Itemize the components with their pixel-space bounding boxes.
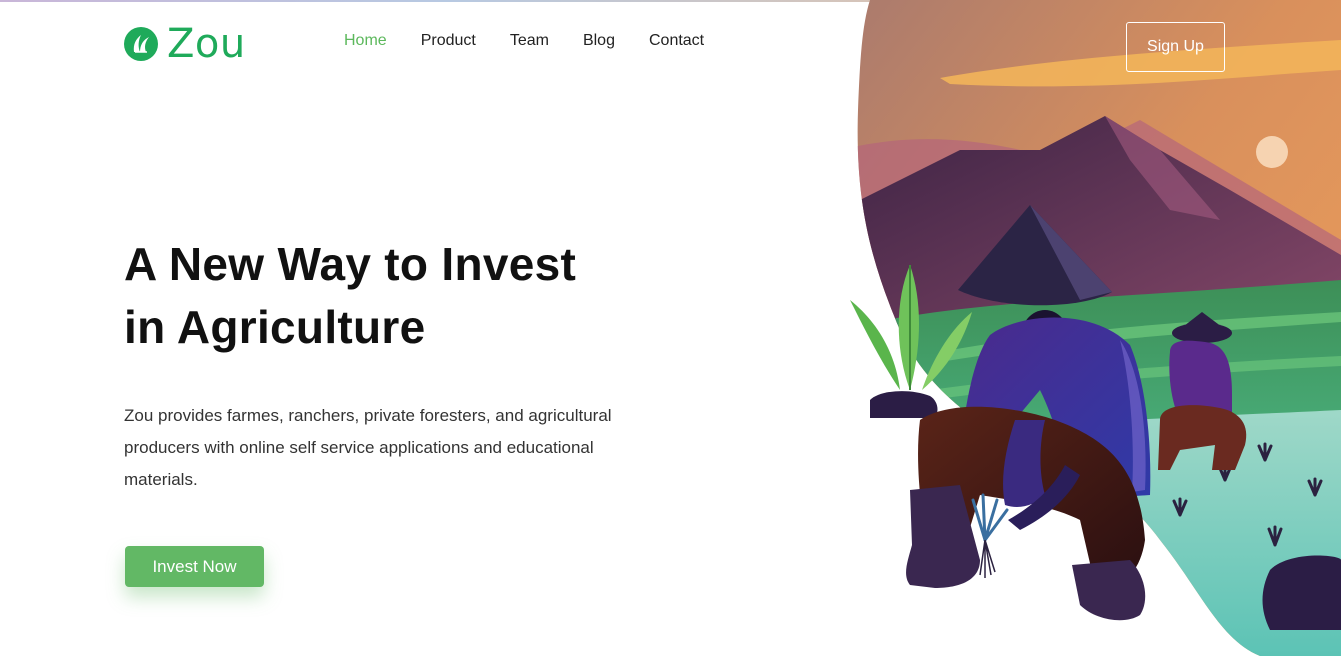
invest-now-button[interactable]: Invest Now	[125, 546, 264, 587]
hero-headline: A New Way to Invest in Agriculture	[124, 233, 644, 359]
hero-headline-line-1: A New Way to Invest	[124, 238, 577, 290]
main-nav: Home Product Team Blog Contact	[344, 31, 738, 51]
brand-logo[interactable]: Zou	[124, 22, 246, 66]
nav-item-product[interactable]: Product	[421, 31, 476, 51]
nav-item-contact[interactable]: Contact	[649, 31, 704, 51]
nav-item-home[interactable]: Home	[344, 31, 387, 51]
hero-headline-line-2: in Agriculture	[124, 301, 426, 353]
nav-item-blog[interactable]: Blog	[583, 31, 615, 51]
sign-up-button[interactable]: Sign Up	[1126, 22, 1225, 72]
hero-description: Zou provides farmes, ranchers, private f…	[124, 406, 612, 489]
hero-illustration	[840, 0, 1341, 656]
brand-name: Zou	[167, 21, 246, 67]
nav-item-team[interactable]: Team	[510, 31, 549, 51]
leaf-icon	[124, 27, 158, 61]
